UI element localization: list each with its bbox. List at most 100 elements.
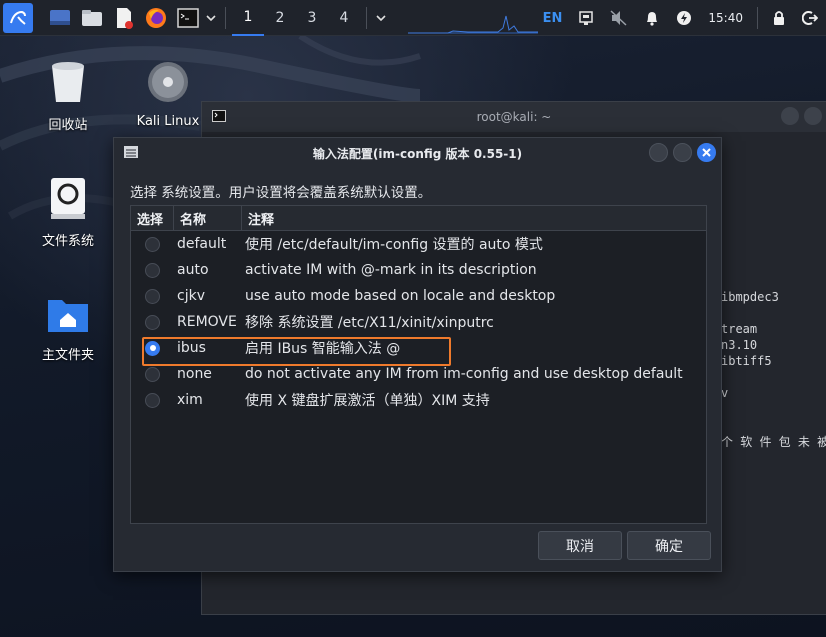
desktop-icon-label: 文件系统 [41,234,94,249]
cancel-button[interactable]: 取消 [538,531,622,560]
panel-separator [757,7,758,29]
ok-button[interactable]: 确定 [627,531,711,560]
window-list-dropdown[interactable] [373,5,389,31]
list-item-cjkv[interactable]: cjkv use auto mode based on locale and de… [131,283,706,309]
radio-cell [131,236,174,252]
power-manager-button[interactable] [676,10,692,26]
mute-icon [610,10,627,26]
power-manager-icon [677,11,692,25]
list-item-default[interactable]: default 使用 /etc/default/im-config 设置的 aut… [131,231,706,257]
show-desktop-button[interactable] [47,5,73,31]
column-header-select[interactable]: 选择 [131,206,174,230]
radio-cell [131,262,174,278]
terminal-text-line: tream [721,322,758,336]
clock[interactable]: 15:40 [708,11,743,25]
input-method-comment: 使用 X 键盘扩展激活（单独）XIM 支持 [245,393,490,409]
logout-icon [802,11,818,25]
chevron-down-icon [206,14,216,21]
dialog-titlebar[interactable]: 输入法配置(im-config 版本 0.55-1) [114,138,721,168]
notifications-button[interactable] [644,10,660,26]
radio-button[interactable] [145,392,160,408]
terminal-text-line: n3.10 [721,338,758,352]
dialog-title: 输入法配置(im-config 版本 0.55-1) [312,146,523,161]
terminal-text-line: ibtiff5 [721,354,772,368]
input-method-comment: do not activate any IM from im-config an… [245,366,683,382]
maximize-button[interactable] [673,143,692,162]
desktop-icon-filesystem[interactable]: 文件系统 [23,176,113,249]
workspace-2[interactable]: 2 [264,0,296,36]
radio-cell [131,288,174,304]
input-method-list: 选择 名称 注释 default 使用 /etc/default/im-confi… [130,205,707,524]
radio-button[interactable] [145,340,160,356]
desktop-icon-home[interactable]: 主文件夹 [23,294,113,363]
terminal-window-controls [781,107,822,125]
list-item-none[interactable]: none do not activate any IM from im-confi… [131,361,706,387]
input-method-comment: 使用 /etc/default/im-config 设置的 auto 模式 [245,237,543,253]
list-item-ibus[interactable]: ibus 启用 IBus 智能输入法 @ [131,335,706,361]
input-method-name: ibus [177,340,206,356]
workspace-4[interactable]: 4 [328,0,360,36]
dialog-window-controls [649,143,716,162]
minimize-button[interactable] [649,143,668,162]
chevron-down-icon [376,14,386,21]
trash-icon [52,62,84,102]
input-method-indicator[interactable]: EN [543,11,563,26]
close-button[interactable] [697,143,716,162]
workspace-1[interactable]: 1 [232,0,264,36]
column-header-comment[interactable]: 注释 [242,206,706,230]
logout-button[interactable] [802,10,818,26]
file-manager-button[interactable] [79,5,105,31]
radio-cell [131,392,174,408]
input-method-comment: 移除 系统设置 /etc/X11/xinit/xinputrc [245,315,494,331]
text-editor-button[interactable] [111,5,137,31]
top-panel: 1 2 3 4 EN 15:40 [0,0,826,36]
terminal-title: root@kali: ~ [476,110,552,124]
input-method-name: xim [177,392,203,408]
volume-button[interactable] [610,10,628,26]
terminal-text-line: ibmpdec3 [721,290,779,304]
radio-button[interactable] [145,236,160,252]
list-item-xim[interactable]: xim 使用 X 键盘扩展激活（单独）XIM 支持 [131,387,706,413]
list-item-auto[interactable]: auto activate IM with @-mark in its descr… [131,257,706,283]
radio-button[interactable] [145,288,160,304]
text-editor-icon [117,7,133,29]
home-folder-icon [48,300,88,332]
disc-icon [148,62,188,102]
list-item-remove[interactable]: REMOVE 移除 系统设置 /etc/X11/xinit/xinputrc [131,309,706,335]
minimize-button[interactable] [781,107,799,125]
window-menu-icon[interactable] [124,146,138,158]
network-button[interactable] [578,10,594,26]
desktop-icon-trash[interactable]: 回收站 [23,60,113,133]
kali-menu-button[interactable] [3,2,33,33]
radio-button[interactable] [145,262,160,278]
lock-screen-button[interactable] [772,10,786,26]
network-icon [579,11,594,25]
input-method-comment: use auto mode based on locale and deskto… [245,288,556,304]
desktop-icon-label: Kali Linux [136,114,200,129]
terminal-icon [177,7,199,28]
terminal-text-line: 个 软 件 包 未 被 [721,435,826,449]
file-manager-icon [82,9,102,26]
input-method-name: none [177,366,212,382]
dialog-description: 选择 系统设置。用户设置将会覆盖系统默认设置。 [130,185,432,201]
input-method-comment: 启用 IBus 智能输入法 @ [245,341,401,357]
list-body: default 使用 /etc/default/im-config 设置的 aut… [131,231,706,413]
input-method-name: auto [177,262,209,278]
desktop-icon-kali-disc[interactable]: Kali Linux [123,60,213,129]
bell-icon [647,12,658,26]
radio-button[interactable] [145,314,160,330]
column-header-name[interactable]: 名称 [174,206,242,230]
kali-menu-icon [10,10,26,25]
desktop-icon-label: 回收站 [48,118,88,133]
firefox-button[interactable] [143,5,169,31]
terminal-button[interactable] [175,5,201,31]
desktop-icon [50,9,70,25]
im-config-dialog: 输入法配置(im-config 版本 0.55-1) 选择 系统设置。用户设置将… [113,137,722,572]
lock-icon [774,11,784,25]
radio-button[interactable] [145,366,160,382]
firefox-icon [146,7,166,28]
workspace-3[interactable]: 3 [296,0,328,36]
terminal-titlebar[interactable]: root@kali: ~ [202,102,826,132]
launcher-dropdown-button[interactable] [203,5,219,31]
maximize-button[interactable] [804,107,822,125]
